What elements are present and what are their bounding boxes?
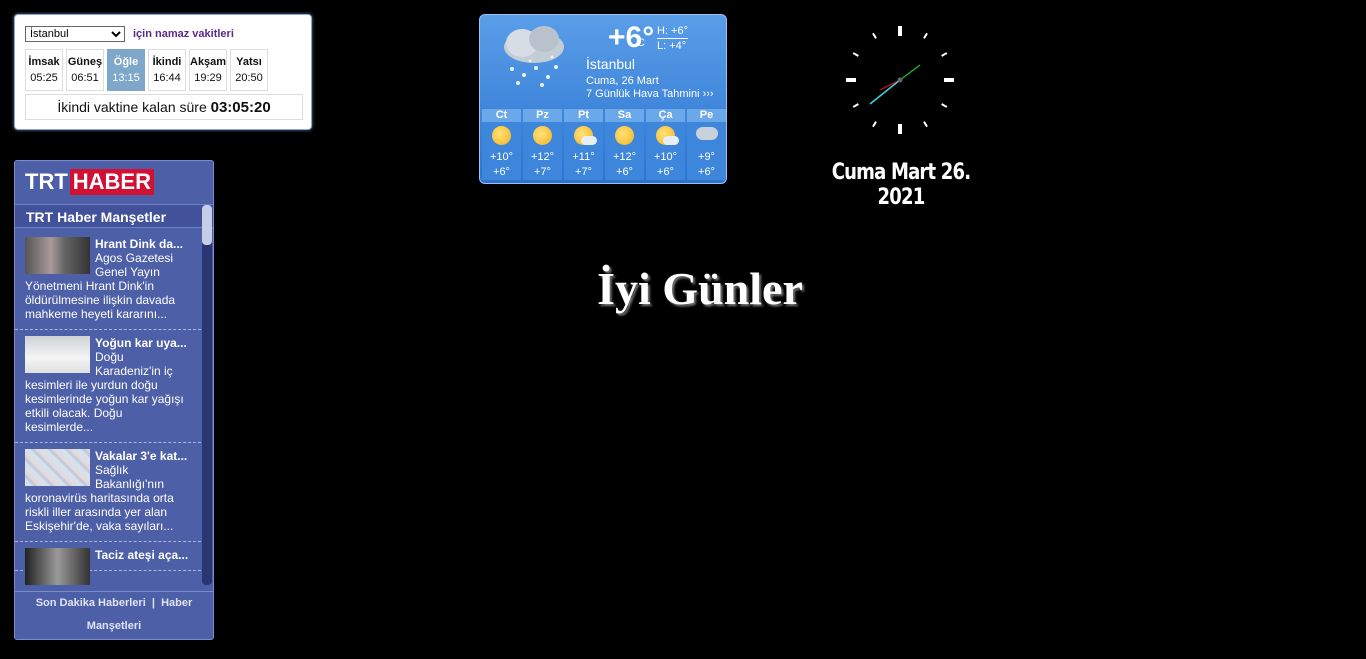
prayer-name: Güneş (67, 56, 103, 68)
high-temp: H: +6° (657, 25, 688, 39)
news-item[interactable]: Taciz ateşi aça... (15, 542, 201, 585)
forecast-high: +11° (572, 151, 595, 163)
prayer-time: 06:51 (71, 72, 99, 84)
news-widget: TRT HABER TRT Haber Manşetler Hrant Dink … (14, 160, 214, 640)
low-temp: L: +4° (657, 40, 687, 52)
forecast-day: Pe +9° +6° (687, 109, 726, 180)
forecast-day-name: Pz (523, 109, 562, 122)
forecast-day-name: Pe (687, 109, 726, 122)
news-scrollbar[interactable] (202, 205, 212, 585)
forecast-low: +6° (698, 166, 715, 178)
snow-cloud-icon (504, 26, 564, 87)
forecast-day: Sa +12° +6° (605, 109, 644, 180)
news-thumbnail (25, 548, 90, 585)
prayer-time: 19:29 (194, 72, 222, 84)
second-hand (899, 64, 921, 81)
forecast-high: +12° (530, 151, 555, 163)
prayer-name: Akşam (190, 56, 227, 68)
prayer-cell-gunes: Güneş 06:51 (66, 49, 104, 91)
prayer-time: 20:50 (235, 72, 263, 84)
prayer-times-widget: İstanbul için namaz vakitleri İmsak 05:25… (14, 14, 312, 130)
sun-icon (492, 126, 511, 145)
news-item[interactable]: Yoğun kar uya... Doğu Karadeniz'in iç ke… (15, 330, 201, 443)
weather-date: Cuma, 26 Mart (586, 75, 659, 87)
forecast-day: Ça +10° +6° (646, 109, 685, 180)
forecast-day: Pt +11° +7° (564, 109, 603, 180)
news-title[interactable]: Hrant Dink da... (95, 237, 191, 251)
sun-icon (533, 126, 552, 145)
news-list[interactable]: Hrant Dink da... Agos Gazetesi Genel Yay… (15, 231, 201, 587)
prayer-name: İkindi (152, 56, 182, 68)
sun-icon (615, 126, 634, 145)
partly-cloudy-icon (646, 122, 685, 150)
news-thumbnail (25, 449, 90, 486)
forecast-day: Ct +10° +6° (482, 109, 521, 180)
footer-separator: | (151, 597, 155, 609)
forecast-low: +6° (616, 166, 633, 178)
forecast-day: Pz +12° +7° (523, 109, 562, 180)
forecast-day-name: Ct (482, 109, 521, 122)
minute-hand (869, 79, 901, 105)
news-footer: Son Dakika Haberleri | Haber Manşetleri (15, 591, 213, 639)
prayer-name: Öğle (113, 56, 139, 68)
news-item[interactable]: Hrant Dink da... Agos Gazetesi Genel Yay… (15, 231, 201, 330)
rain-icon (687, 122, 726, 150)
news-item[interactable]: Vakalar 3'e kat... Sağlık Bakanlığı'nın … (15, 443, 201, 542)
forecast-day-name: Sa (605, 109, 644, 122)
news-thumbnail (25, 336, 90, 373)
news-thumbnail (25, 237, 90, 274)
forecast-link-label: 7 Günlük Hava Tahmini (586, 88, 700, 100)
high-low: H: +6° L: +4° (657, 24, 688, 53)
forecast-high: +10° (653, 151, 678, 163)
prayer-cell-ikindi: İkindi 16:44 (148, 49, 186, 91)
news-title[interactable]: Taciz ateşi aça... (95, 548, 191, 562)
greeting-text: İyi Günler (597, 263, 803, 314)
forecast-high: +9° (698, 151, 715, 163)
prayer-name: Yatsı (236, 56, 262, 68)
more-icon: ››› (702, 88, 714, 100)
prayer-time: 16:44 (153, 72, 181, 84)
city-select[interactable]: İstanbul (25, 26, 125, 42)
forecast-low: +7° (575, 166, 592, 178)
forecast-low: +7° (534, 166, 551, 178)
prayer-time: 05:25 (30, 72, 58, 84)
weather-city: İstanbul (586, 56, 636, 72)
prayer-times-row: İmsak 05:25 Güneş 06:51 Öğle 13:15 İkindi 16… (25, 49, 268, 91)
remaining-countdown: 03:05:20 (210, 99, 271, 116)
clock-date: Cuma Mart 26. 2021 (831, 160, 971, 210)
analog-clock (846, 26, 954, 134)
forecast-day-name: Ça (646, 109, 685, 122)
prayer-time: 13:15 (112, 72, 140, 84)
prayer-cell-imsak: İmsak 05:25 (25, 49, 63, 91)
current-temperature: +6° (608, 21, 655, 54)
news-title[interactable]: Yoğun kar uya... (95, 336, 191, 350)
weather-widget: +6° C H: +6° L: +4° İstanbul Cuma, 26 Ma… (479, 14, 727, 184)
forecast-low: +6° (493, 166, 510, 178)
forecast-high: +12° (612, 151, 637, 163)
prayer-title-link[interactable]: için namaz vakitleri (133, 28, 234, 40)
footer-link-breaking[interactable]: Son Dakika Haberleri (36, 597, 146, 609)
temperature-unit: C (637, 37, 645, 49)
remaining-time: İkindi vaktine kalan süre 03:05:20 (25, 94, 303, 120)
forecast-day-name: Pt (564, 109, 603, 122)
prayer-cell-yatsi: Yatsı 20:50 (230, 49, 268, 91)
prayer-cell-ogle: Öğle 13:15 (107, 49, 145, 91)
forecast-high: +10° (489, 151, 514, 163)
partly-cloudy-icon (564, 122, 603, 150)
remaining-label: İkindi vaktine kalan süre (57, 99, 207, 115)
forecast-days: Ct +10° +6° Pz +12° +7° Pt +11° +7° Sa +12° +6° … (482, 109, 726, 180)
scrollbar-thumb[interactable] (202, 205, 212, 245)
forecast-link[interactable]: 7 Günlük Hava Tahmini ››› (586, 88, 714, 100)
prayer-cell-aksam: Akşam 19:29 (189, 49, 227, 91)
trt-haber-logo[interactable]: TRT HABER (23, 169, 154, 195)
news-header: TRT Haber Manşetler (15, 204, 213, 228)
prayer-name: İmsak (28, 56, 60, 68)
news-title[interactable]: Vakalar 3'e kat... (95, 449, 191, 463)
forecast-low: +6° (657, 166, 674, 178)
